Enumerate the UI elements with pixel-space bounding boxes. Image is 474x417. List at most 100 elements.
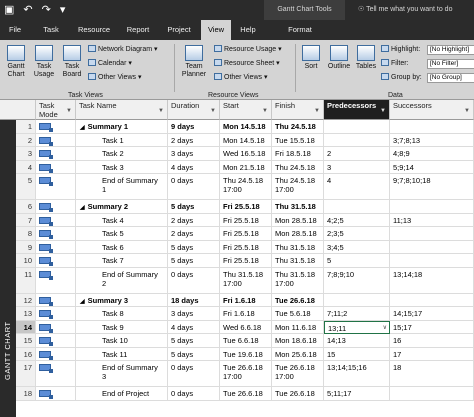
table-row[interactable]: 6 ◢ Summary 25 days Fri 25.5.18 Thu 31.5.18	[16, 200, 474, 214]
tell-me-box[interactable]: ☉ Tell me what you want to do	[358, 4, 452, 16]
predecessors-cell[interactable]: 13;11 ∨	[324, 320, 390, 334]
duration-cell[interactable]: 5 days	[168, 240, 220, 254]
predecessors-cell[interactable]: 7;11;2	[324, 307, 390, 321]
select-all-corner[interactable]	[0, 100, 36, 120]
resource-usage-button[interactable]: Resource Usage ▾	[214, 44, 282, 55]
finish-cell[interactable]: Thu 24.5.18	[272, 120, 324, 134]
predecessors-cell[interactable]: 4	[324, 174, 390, 200]
duration-cell[interactable]: 2 days	[168, 213, 220, 227]
tables-button[interactable]: Tables	[354, 45, 378, 71]
customize-toolbar-icon[interactable]: ▾	[60, 3, 66, 17]
save-icon[interactable]: ▣	[4, 3, 14, 17]
task-name-cell[interactable]: ◢ Summary 1	[76, 120, 168, 134]
view-bar[interactable]: GANTT CHART	[0, 120, 16, 417]
task-name-cell[interactable]: Task 2	[76, 147, 168, 161]
start-cell[interactable]: Tue 26.6.18	[220, 387, 272, 401]
collapse-icon[interactable]: ◢	[80, 204, 85, 213]
start-cell[interactable]: Fri 25.5.18	[220, 200, 272, 214]
task-mode-cell[interactable]	[36, 227, 76, 241]
successors-cell[interactable]: 13;14;18	[390, 267, 474, 294]
task-name-cell[interactable]: Task 9	[76, 320, 168, 334]
task-name-cell[interactable]: Task 5	[76, 227, 168, 241]
predecessors-cell[interactable]: 4;2;5	[324, 213, 390, 227]
task-name-cell[interactable]: End of Summary 1	[76, 174, 168, 200]
start-cell[interactable]: Mon 21.5.18	[220, 160, 272, 174]
successors-cell[interactable]	[390, 387, 474, 401]
start-cell[interactable]: Fri 25.5.18	[220, 227, 272, 241]
successors-cell[interactable]	[390, 254, 474, 268]
task-mode-cell[interactable]	[36, 240, 76, 254]
task-name-cell[interactable]: Task 10	[76, 334, 168, 348]
duration-cell[interactable]: 0 days	[168, 267, 220, 294]
task-mode-cell[interactable]	[36, 387, 76, 401]
start-cell[interactable]: Fri 25.5.18	[220, 240, 272, 254]
finish-cell[interactable]: Tue 26.6.18	[272, 293, 324, 307]
task-name-cell[interactable]: Task 8	[76, 307, 168, 321]
tab-resource[interactable]: Resource	[74, 20, 114, 40]
group-by-dropdown[interactable]: [No Group]	[427, 73, 474, 83]
successors-cell[interactable]: 17	[390, 347, 474, 361]
table-row[interactable]: 9 Task 6 5 days Fri 25.5.18 Thu 31.5.18 3;4;5	[16, 240, 474, 254]
table-row[interactable]: 16 Task 11 5 days Tue 19.6.18 Mon 25.6.18 15 1…	[16, 347, 474, 361]
table-row[interactable]: 17 End of Summary 3 0 days Tue 26.6.18 17:0…	[16, 361, 474, 387]
task-name-cell[interactable]: Task 11	[76, 347, 168, 361]
tab-file[interactable]: File	[4, 20, 26, 40]
predecessors-cell[interactable]	[324, 120, 390, 134]
col-header-task-name[interactable]: Task Name ▼	[76, 100, 168, 120]
predecessors-cell[interactable]	[324, 133, 390, 147]
table-row[interactable]: 7 Task 4 2 days Fri 25.5.18 Mon 28.5.18 4;2;5…	[16, 213, 474, 227]
task-name-cell[interactable]: Task 3	[76, 160, 168, 174]
duration-cell[interactable]: 5 days	[168, 347, 220, 361]
task-usage-button[interactable]: Task Usage	[31, 45, 57, 79]
finish-cell[interactable]: Tue 5.6.18	[272, 307, 324, 321]
duration-cell[interactable]: 5 days	[168, 254, 220, 268]
filter-dropdown[interactable]: [No Filter]	[427, 59, 474, 69]
start-cell[interactable]: Tue 6.6.18	[220, 334, 272, 348]
duration-cell[interactable]: 9 days	[168, 120, 220, 134]
finish-cell[interactable]: Thu 24.5.18	[272, 160, 324, 174]
task-other-views-button[interactable]: Other Views ▾	[88, 72, 141, 83]
col-header-successors[interactable]: Successors ▼	[390, 100, 474, 120]
undo-icon[interactable]: ↶	[23, 3, 32, 17]
duration-cell[interactable]: 18 days	[168, 293, 220, 307]
table-row[interactable]: 14 Task 9 4 days Wed 6.6.18 8:0 Mon 11.6.18 1…	[16, 320, 474, 334]
successors-cell[interactable]	[390, 293, 474, 307]
finish-cell[interactable]: Mon 18.6.18	[272, 334, 324, 348]
start-cell[interactable]: Thu 31.5.18 17:00	[220, 267, 272, 294]
table-row[interactable]: 8 Task 5 2 days Fri 25.5.18 Mon 28.5.18 2;3;5	[16, 227, 474, 241]
duration-cell[interactable]: 2 days	[168, 133, 220, 147]
finish-cell[interactable]: Thu 31.5.18	[272, 200, 324, 214]
successors-cell[interactable]: 9;7;8;10;18	[390, 174, 474, 200]
finish-cell[interactable]: Tue 15.5.18	[272, 133, 324, 147]
task-mode-cell[interactable]	[36, 307, 76, 321]
start-cell[interactable]: Thu 24.5.18 17:00	[220, 174, 272, 200]
successors-cell[interactable]: 11;13	[390, 213, 474, 227]
start-cell[interactable]: Tue 26.6.18 17:00	[220, 361, 272, 387]
tab-help[interactable]: Help	[236, 20, 260, 40]
task-mode-cell[interactable]	[36, 147, 76, 161]
duration-cell[interactable]: 5 days	[168, 200, 220, 214]
start-cell[interactable]: Wed 6.6.18 8:0	[220, 320, 272, 334]
successors-cell[interactable]: 14;15;17	[390, 307, 474, 321]
highlight-dropdown[interactable]: [No Highlight]	[427, 45, 474, 55]
redo-icon[interactable]: ↷	[42, 3, 51, 17]
task-mode-cell[interactable]	[36, 254, 76, 268]
task-mode-cell[interactable]	[36, 320, 76, 334]
task-mode-cell[interactable]	[36, 133, 76, 147]
table-row[interactable]: 18 End of Project 0 days Tue 26.6.18 Tue 26.…	[16, 387, 474, 401]
task-mode-cell[interactable]	[36, 293, 76, 307]
start-cell[interactable]: Tue 19.6.18	[220, 347, 272, 361]
duration-cell[interactable]: 0 days	[168, 174, 220, 200]
duration-cell[interactable]: 4 days	[168, 320, 220, 334]
start-cell[interactable]: Fri 1.6.18	[220, 307, 272, 321]
successors-cell[interactable]: 15;17	[390, 320, 474, 334]
col-header-task-mode[interactable]: Task Mode ▼	[36, 100, 76, 120]
table-row[interactable]: 11 End of Summary 2 0 days Thu 31.5.18 17:0…	[16, 267, 474, 294]
collapse-icon[interactable]: ◢	[80, 124, 85, 133]
finish-cell[interactable]: Thu 24.5.18 17:00	[272, 174, 324, 200]
table-row[interactable]: 1 ◢ Summary 19 days Mon 14.5.18 Thu 24.5.18	[16, 120, 474, 134]
predecessors-cell[interactable]: 5;11;17	[324, 387, 390, 401]
task-name-cell[interactable]: Task 7	[76, 254, 168, 268]
task-name-cell[interactable]: ◢ Summary 3	[76, 293, 168, 307]
predecessors-cell[interactable]: 2;3;5	[324, 227, 390, 241]
